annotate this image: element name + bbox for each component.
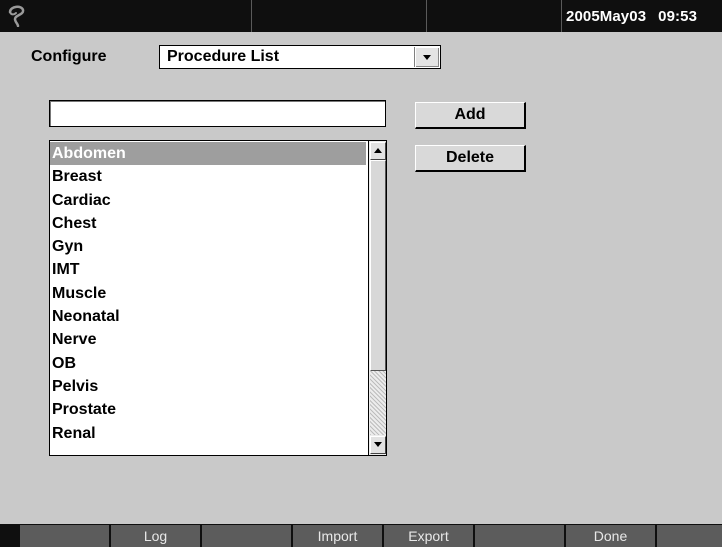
list-item[interactable]: Chest [50,212,366,235]
configure-select[interactable]: Procedure List [159,45,441,69]
scroll-track[interactable] [370,371,386,435]
delete-button[interactable]: Delete [415,145,526,172]
scroll-down-button[interactable] [370,436,386,454]
softkey-bar: Log Import Export Done [0,524,722,547]
status-segment [0,0,252,32]
list-item[interactable]: Breast [50,165,366,188]
log-button[interactable]: Log [111,525,200,547]
date-time: 2005May03 09:53 [566,8,697,25]
procedure-name-input[interactable] [49,100,386,127]
date-readout: 2005May03 [566,8,647,25]
arrow-down-icon [374,442,382,447]
list-item[interactable]: Muscle [50,282,366,305]
status-segment [427,0,562,32]
arrow-up-icon [374,148,382,153]
time-readout: 09:53 [658,8,698,25]
softkey-6[interactable] [475,525,564,547]
configure-label: Configure [31,48,107,65]
dropdown-arrow-button[interactable] [414,47,439,67]
export-button[interactable]: Export [384,525,473,547]
list-item[interactable]: IMT [50,258,366,281]
softkey-3[interactable] [202,525,291,547]
list-item[interactable]: Cardiac [50,189,366,212]
procedure-listbox[interactable]: Abdomen Breast Cardiac Chest Gyn IMT Muscle Neo… [49,140,387,456]
list-item[interactable]: Prostate [50,398,366,421]
add-button[interactable]: Add [415,102,526,129]
status-segment [252,0,427,32]
list-item[interactable]: Neonatal [50,305,366,328]
list-item[interactable]: Pelvis [50,375,366,398]
done-button[interactable]: Done [566,525,655,547]
status-bar: 2005May03 09:53 [0,0,722,32]
procedure-list: Abdomen Breast Cardiac Chest Gyn IMT Muscle Neo… [50,142,366,445]
import-button[interactable]: Import [293,525,382,547]
scroll-up-button[interactable] [370,142,386,160]
softkey-1[interactable] [20,525,109,547]
list-item[interactable]: Abdomen [50,142,366,166]
list-item[interactable]: Renal [50,422,366,445]
list-item[interactable]: Gyn [50,235,366,258]
list-item[interactable]: OB [50,352,366,375]
softkey-8[interactable] [657,525,722,547]
list-scrollbar[interactable] [368,141,386,455]
chevron-down-icon [423,55,431,60]
list-item[interactable]: Nerve [50,328,366,351]
scroll-thumb[interactable] [370,160,386,371]
configure-select-value: Procedure List [167,48,280,65]
